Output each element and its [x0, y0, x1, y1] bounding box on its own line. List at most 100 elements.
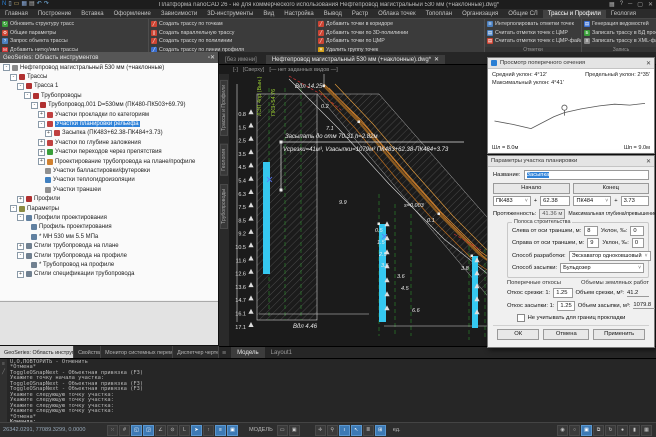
tree-expander-icon[interactable]: - — [3, 64, 10, 71]
tree-expander-icon[interactable]: + — [45, 130, 52, 137]
tree-expander-icon[interactable] — [38, 168, 43, 173]
tool-palette-header[interactable]: GeoSeries: Область инструментов ▫ ✕ — [0, 52, 218, 63]
ribbon-button[interactable]: ≋Интерполировать отметки точек — [487, 20, 582, 29]
save-icon[interactable]: ▦ — [21, 1, 27, 8]
tree-expander-icon[interactable] — [24, 234, 29, 239]
menu-burger-icon[interactable]: ≡ — [219, 350, 229, 357]
tree-expander-icon[interactable]: - — [38, 121, 45, 128]
ok-button[interactable]: ОК — [497, 329, 539, 340]
canvas-side-tab[interactable]: Трубопроводы — [220, 184, 228, 229]
viewport-view-control[interactable]: [Сверху] — [243, 67, 264, 73]
tree-item[interactable]: Участки теплогидроизоляции — [0, 176, 218, 185]
customize-icon[interactable]: ▦ — [641, 425, 652, 436]
end-pk-select[interactable]: ПК484˅ — [573, 196, 611, 206]
tree-item[interactable]: - Трассы — [0, 72, 218, 81]
ribbon-tab[interactable]: Построение — [33, 10, 76, 18]
ribbon-tab[interactable]: Главная — [0, 10, 33, 18]
tree-expander-icon[interactable] — [38, 187, 43, 192]
viewport-minus-control[interactable]: [-] — [233, 67, 238, 73]
start-offset-input[interactable]: 62.38 — [540, 196, 570, 206]
ribbon-tab[interactable]: Вид — [258, 10, 279, 18]
fill-method-select[interactable]: Бульдозер˅ — [560, 263, 644, 273]
notification-icon[interactable]: ● — [617, 425, 628, 436]
tree-expander-icon[interactable] — [24, 262, 29, 267]
ribbon-tab[interactable]: Растр — [347, 10, 373, 18]
tree-expander-icon[interactable]: - — [17, 214, 24, 221]
ribbon-button[interactable]: ▤Считать отметки точек с ЦМР — [487, 29, 582, 38]
canvas-side-tab[interactable]: Геология — [220, 144, 228, 176]
ribbon-button[interactable]: ╱Добавить точки по 3D-полилинии — [318, 29, 408, 38]
ortho-icon[interactable]: L — [179, 425, 190, 436]
ribbon-button[interactable]: ▤Считать отметки точек с ЦМР-файлов — [487, 37, 582, 46]
document-tab[interactable]: Нефтепровод магистральный 530 мм (+накло… — [266, 55, 445, 64]
tree-expander-icon[interactable]: - — [31, 102, 38, 109]
dyn-input-icon[interactable]: ▣ — [227, 425, 238, 436]
right-of-axis-input[interactable]: 9 — [587, 238, 599, 248]
sheet-icon[interactable]: ▣ — [289, 425, 300, 436]
ribbon-button[interactable]: ∥Создать параллельную трассу — [151, 29, 244, 38]
tree-expander-icon[interactable]: - — [24, 92, 31, 99]
ribbon-tab[interactable]: Вставка — [76, 10, 108, 18]
tree-expander-icon[interactable]: - — [10, 205, 17, 212]
canvas-side-tab[interactable]: Трассы и Профили — [220, 80, 228, 136]
new-file-icon[interactable]: ▯ — [8, 1, 11, 8]
document-tab[interactable]: [без имени] — [219, 56, 266, 64]
print-icon[interactable]: ▤ — [29, 1, 35, 8]
tree-item[interactable]: Профиль проектирования — [0, 223, 218, 232]
tree-expander-icon[interactable]: + — [38, 139, 45, 146]
units-label[interactable]: ед. — [393, 427, 401, 433]
tree-item[interactable]: Участки траншеи — [0, 185, 218, 194]
ribbon-button[interactable]: ╱Добавить точки по ЦМР — [318, 37, 408, 46]
tracking-icon[interactable]: ✛ — [315, 425, 326, 436]
close-button[interactable]: ✕ — [648, 1, 653, 8]
tree-expander-icon[interactable] — [38, 178, 43, 183]
tree-item[interactable]: Участки балластировки/футеровки — [0, 166, 218, 175]
ribbon-button[interactable]: ?Запрос объекта трассы — [2, 37, 78, 46]
tree-item[interactable]: - Трубопроводы — [0, 91, 218, 100]
tree-item[interactable]: + Участки прокладки по категориям — [0, 110, 218, 119]
nanocad-logo[interactable]: N — [2, 1, 6, 8]
tree-expander-icon[interactable]: + — [38, 149, 45, 156]
start-button[interactable]: Начало — [493, 183, 570, 194]
dev-method-select[interactable]: Экскаватор одноковшовый˅ — [569, 251, 651, 261]
cancel-button[interactable]: Отмена — [543, 329, 589, 340]
mouse-settings-icon[interactable]: ◉ — [557, 425, 568, 436]
grid-snap-icon[interactable]: # — [119, 425, 130, 436]
tree-item[interactable]: - Трубопровод.001 D=530мм (ПК480-ПК503+6… — [0, 101, 218, 110]
dialog-title-bar[interactable]: Просмотр поперечного сечения ✕ — [488, 58, 654, 69]
ribbon-tab[interactable]: Трассы и Профили — [543, 10, 606, 18]
tree-expander-icon[interactable]: - — [17, 83, 24, 90]
ignore-bounds-checkbox[interactable] — [517, 314, 525, 322]
tree-item[interactable]: * МН 530 мм 5.5 МПа — [0, 232, 218, 241]
object-tracking-icon[interactable]: ↑ — [203, 425, 214, 436]
slope2-input[interactable]: 0 — [632, 238, 644, 248]
ribbon-tab[interactable]: Общие СЛ — [503, 10, 542, 18]
lock-icon[interactable]: ▮ — [629, 425, 640, 436]
tree-expander-icon[interactable]: - — [10, 74, 17, 81]
lineweight-icon[interactable]: ≡ — [215, 425, 226, 436]
annotation-list-icon[interactable]: ≣ — [363, 425, 374, 436]
help-icon[interactable]: ? — [620, 1, 623, 8]
cursor-mode-icon[interactable]: ↖ — [351, 425, 362, 436]
ribbon-button[interactable]: ╱Добавить точки в коридоре — [318, 20, 408, 29]
tree-expander-icon[interactable]: + — [17, 196, 24, 203]
ribbon-tab[interactable]: Оформление — [109, 10, 156, 18]
sync-icon[interactable]: ↻ — [605, 425, 616, 436]
fill-slope-input[interactable]: 1.25 — [557, 301, 574, 311]
end-button[interactable]: Конец — [573, 183, 650, 194]
left-of-axis-input[interactable]: 8 — [584, 226, 598, 236]
annotation-scale-icon[interactable]: ⊞ — [375, 425, 386, 436]
ribbon-button[interactable]: ▤Генерация ведомостей — [584, 20, 656, 29]
end-offset-input[interactable]: 3.73 — [621, 196, 649, 206]
tree-item[interactable]: + Проектирование трубопровода на плане/п… — [0, 157, 218, 166]
selection-cursor-icon[interactable]: ➤ — [191, 425, 202, 436]
command-line-panel[interactable]: ≡╱ U,O,ПОВТОРИТЬ - Отменить*Отмена*Toggl… — [0, 358, 656, 423]
polar-tracking-icon[interactable]: ⊙ — [167, 425, 178, 436]
cut-slope-input[interactable]: 1.25 — [553, 288, 572, 298]
tree-item[interactable]: + Участки по глубине заложения — [0, 138, 218, 147]
close-icon[interactable]: ✕ — [646, 60, 651, 67]
tree-item[interactable]: - Нефтепровод магистральный 530 мм (+нак… — [0, 63, 218, 72]
geolocation-icon[interactable]: ⚲ — [327, 425, 338, 436]
zoom-icon[interactable]: ○ — [569, 425, 580, 436]
tree-expander-icon[interactable]: + — [17, 243, 24, 250]
